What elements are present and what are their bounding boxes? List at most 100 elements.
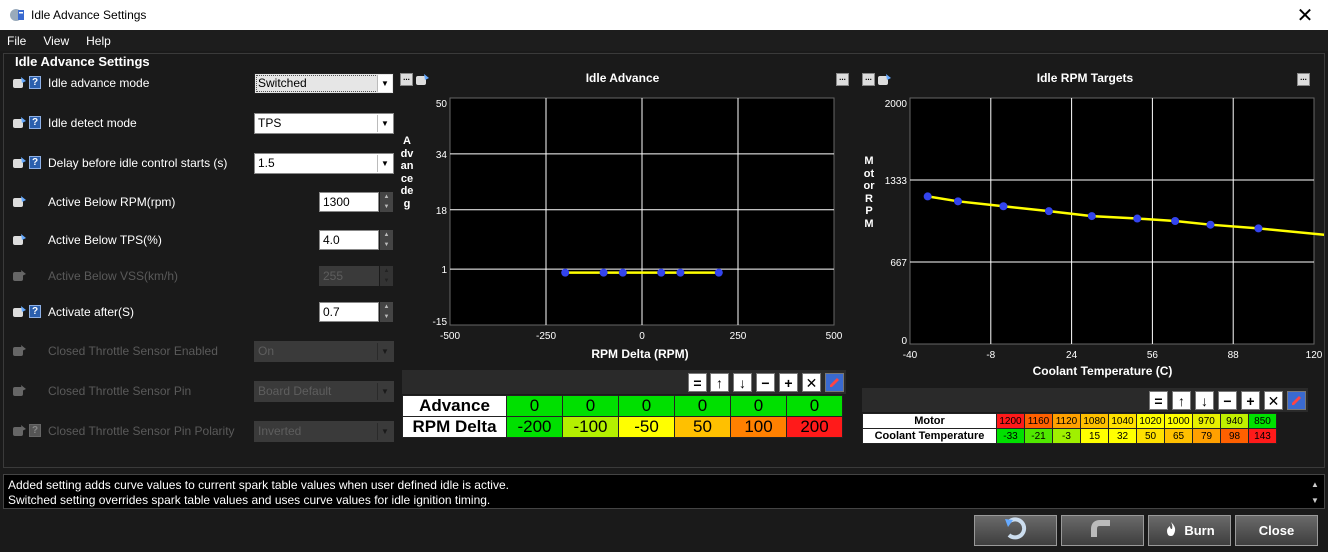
spinner-value[interactable]: 1300 bbox=[319, 192, 379, 212]
table1-decrement-button[interactable]: ↓ bbox=[733, 373, 752, 392]
table-row: RPM Delta -200 -100 -50 50 100 200 bbox=[402, 416, 843, 438]
motor-cell[interactable]: 850 bbox=[1248, 413, 1277, 429]
coolant-cell[interactable]: 65 bbox=[1164, 428, 1193, 444]
data-point bbox=[923, 192, 932, 201]
rpm-delta-cell[interactable]: 100 bbox=[730, 416, 787, 438]
spinner-value[interactable]: 4.0 bbox=[319, 230, 379, 250]
pipe-icon bbox=[1090, 517, 1116, 544]
idle-advance-chart[interactable]: -500 -250 0 250 500 50 34 18 1 -15 bbox=[400, 88, 848, 368]
menu-help[interactable]: Help bbox=[86, 34, 111, 48]
chart1-ellipsis-right-icon[interactable]: ... bbox=[836, 73, 849, 86]
help-icon[interactable]: ? bbox=[29, 76, 41, 89]
rpm-delta-cell[interactable]: -100 bbox=[562, 416, 619, 438]
coolant-cell[interactable]: 50 bbox=[1136, 428, 1165, 444]
select-value: Inverted bbox=[258, 424, 302, 438]
coolant-cell[interactable]: 15 bbox=[1080, 428, 1109, 444]
pipe-button[interactable] bbox=[1061, 515, 1144, 546]
table2-add-button[interactable]: + bbox=[1241, 391, 1260, 410]
spin-down-icon[interactable]: ▼ bbox=[380, 240, 393, 250]
setting-label: Delay before idle control starts (s) bbox=[48, 156, 228, 170]
help-text-line-2: Switched setting overrides spark table v… bbox=[8, 493, 491, 507]
setting-idle-detect-mode: ? Idle detect mode TPS ▼ bbox=[12, 113, 397, 134]
coolant-cell[interactable]: -21 bbox=[1024, 428, 1053, 444]
idle-advance-mode-select[interactable]: Switched ▼ bbox=[254, 73, 394, 94]
delay-before-idle-select[interactable]: 1.5 ▼ bbox=[254, 153, 394, 174]
coolant-cell[interactable]: 79 bbox=[1192, 428, 1221, 444]
advance-cell[interactable]: 0 bbox=[618, 395, 675, 417]
motor-cell[interactable]: 1040 bbox=[1108, 413, 1137, 429]
chart2-ellipsis-right-icon[interactable]: ... bbox=[1297, 73, 1310, 86]
rpm-delta-cell[interactable]: 50 bbox=[674, 416, 731, 438]
x-tick-label: -8 bbox=[986, 350, 995, 361]
scroll-up-icon[interactable]: ▲ bbox=[1309, 477, 1321, 491]
chart-curve-icon bbox=[12, 115, 27, 130]
active-below-tps-spinner[interactable]: 4.0 ▲ ▼ bbox=[319, 230, 394, 250]
help-text-line-1: Added setting adds curve values to curre… bbox=[8, 478, 509, 492]
coolant-cell[interactable]: -33 bbox=[996, 428, 1025, 444]
motor-cell[interactable]: 1200 bbox=[996, 413, 1025, 429]
advance-cell[interactable]: 0 bbox=[506, 395, 563, 417]
active-below-rpm-spinner[interactable]: 1300 ▲ ▼ bbox=[319, 192, 394, 212]
rpm-delta-cell[interactable]: 200 bbox=[786, 416, 843, 438]
burn-button[interactable]: Burn bbox=[1148, 515, 1231, 546]
table1-clear-button[interactable]: ✕ bbox=[802, 373, 821, 392]
close-window-button[interactable]: ✕ bbox=[1282, 0, 1328, 30]
spinner-value[interactable]: 0.7 bbox=[319, 302, 379, 322]
table2-clear-button[interactable]: ✕ bbox=[1264, 391, 1283, 410]
chevron-down-icon: ▼ bbox=[377, 423, 392, 440]
coolant-cell[interactable]: -3 bbox=[1052, 428, 1081, 444]
advance-cell[interactable]: 0 bbox=[562, 395, 619, 417]
spin-up-icon[interactable]: ▲ bbox=[380, 192, 393, 202]
help-text-area[interactable]: Added setting adds curve values to curre… bbox=[3, 474, 1325, 509]
motor-cell[interactable]: 1120 bbox=[1052, 413, 1081, 429]
x-tick-label: -250 bbox=[536, 331, 556, 342]
close-button[interactable]: Close bbox=[1235, 515, 1318, 546]
motor-cell[interactable]: 970 bbox=[1192, 413, 1221, 429]
table2-increment-button[interactable]: ↑ bbox=[1172, 391, 1191, 410]
spin-down-icon[interactable]: ▼ bbox=[380, 202, 393, 212]
table2-set-equal-button[interactable]: = bbox=[1149, 391, 1168, 410]
activate-after-spinner[interactable]: 0.7 ▲ ▼ bbox=[319, 302, 394, 322]
setting-closed-throttle-pin: Closed Throttle Sensor Pin Board Default… bbox=[12, 381, 397, 402]
motor-cell[interactable]: 940 bbox=[1220, 413, 1249, 429]
idle-rpm-targets-chart[interactable]: -40 -8 24 56 88 120 2000 1333 667 0 bbox=[862, 88, 1324, 364]
motor-cell[interactable]: 1080 bbox=[1080, 413, 1109, 429]
spin-up-icon[interactable]: ▲ bbox=[380, 230, 393, 240]
table1-add-button[interactable]: + bbox=[779, 373, 798, 392]
help-icon[interactable]: ? bbox=[29, 116, 41, 129]
rpm-delta-cell[interactable]: -50 bbox=[618, 416, 675, 438]
rpm-delta-cell[interactable]: -200 bbox=[506, 416, 563, 438]
table1-increment-button[interactable]: ↑ bbox=[710, 373, 729, 392]
table1-subtract-button[interactable]: − bbox=[756, 373, 775, 392]
chart2-ellipsis-icon[interactable]: ... bbox=[862, 73, 875, 86]
spin-up-icon[interactable]: ▲ bbox=[380, 302, 393, 312]
table1-set-equal-button[interactable]: = bbox=[688, 373, 707, 392]
table2-decrement-button[interactable]: ↓ bbox=[1195, 391, 1214, 410]
coolant-cell[interactable]: 98 bbox=[1220, 428, 1249, 444]
advance-cell[interactable]: 0 bbox=[730, 395, 787, 417]
menu-view[interactable]: View bbox=[43, 34, 69, 48]
table2-subtract-button[interactable]: − bbox=[1218, 391, 1237, 410]
spin-down-icon[interactable]: ▼ bbox=[380, 312, 393, 322]
coolant-cell[interactable]: 143 bbox=[1248, 428, 1277, 444]
chevron-down-icon: ▼ bbox=[377, 343, 392, 360]
motor-cell[interactable]: 1000 bbox=[1164, 413, 1193, 429]
advance-cell[interactable]: 0 bbox=[786, 395, 843, 417]
advance-cell[interactable]: 0 bbox=[674, 395, 731, 417]
data-point bbox=[1044, 207, 1053, 216]
help-icon[interactable]: ? bbox=[29, 156, 41, 169]
motor-cell[interactable]: 1160 bbox=[1024, 413, 1053, 429]
table1-pencil-icon[interactable] bbox=[825, 373, 844, 392]
idle-detect-mode-select[interactable]: TPS ▼ bbox=[254, 113, 394, 134]
settings-panel-title: Idle Advance Settings bbox=[12, 54, 153, 69]
chart1-ellipsis-icon[interactable]: ... bbox=[400, 73, 413, 86]
undo-button[interactable] bbox=[974, 515, 1057, 546]
x-tick-label: 500 bbox=[826, 331, 843, 342]
help-icon[interactable]: ? bbox=[29, 305, 41, 318]
table2-pencil-icon[interactable] bbox=[1287, 391, 1306, 410]
chart1-xlabel: RPM Delta (RPM) bbox=[591, 347, 689, 361]
scroll-down-icon[interactable]: ▼ bbox=[1309, 493, 1321, 507]
coolant-cell[interactable]: 32 bbox=[1108, 428, 1137, 444]
motor-cell[interactable]: 1020 bbox=[1136, 413, 1165, 429]
menu-file[interactable]: File bbox=[7, 34, 26, 48]
